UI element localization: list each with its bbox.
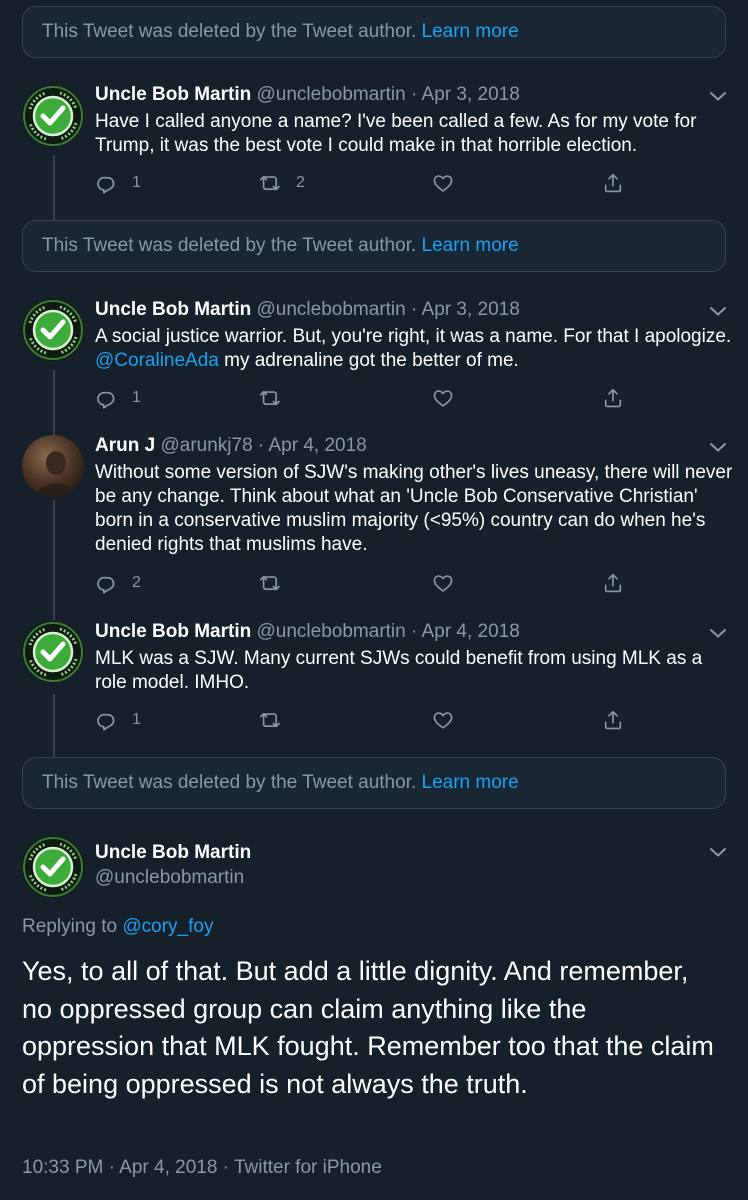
tweet-text: A social justice warrior. But, you're ri… [95, 325, 735, 373]
reply-count: 2 [132, 574, 141, 591]
reply-icon [95, 387, 117, 409]
author-name[interactable]: Uncle Bob Martin [95, 84, 251, 105]
thread-line [53, 694, 55, 757]
share-button[interactable] [602, 386, 624, 410]
avatar[interactable] [22, 299, 84, 361]
clean-code-badge-icon [22, 85, 84, 147]
retweet-button[interactable] [259, 571, 281, 595]
deleted-notice-text: This Tweet was deleted by the Tweet auth… [42, 235, 417, 256]
reply-count: 1 [132, 711, 141, 728]
like-button[interactable] [432, 171, 454, 195]
retweet-icon [259, 709, 281, 731]
chevron-down-icon[interactable] [706, 299, 730, 323]
replying-to: Replying to @cory_foy [22, 916, 213, 938]
like-button[interactable] [432, 708, 454, 732]
share-button[interactable] [602, 171, 624, 195]
like-icon [432, 572, 454, 594]
retweet-icon [259, 387, 281, 409]
tweet-date[interactable]: · Apr 4, 2018 [411, 621, 520, 642]
replying-prefix: Replying to [22, 916, 118, 937]
author-handle[interactable]: @unclebobmartin [95, 867, 244, 889]
replying-to-link[interactable]: @cory_foy [122, 916, 213, 937]
tweet-actions: 1 [95, 386, 655, 410]
chevron-down-icon[interactable] [706, 840, 730, 864]
profile-photo [22, 435, 84, 497]
retweet-count: 2 [296, 174, 305, 191]
tweet-text: Have I called anyone a name? I've been c… [95, 111, 697, 156]
deleted-tweet-notice: This Tweet was deleted by the Tweet auth… [22, 6, 726, 58]
retweet-icon [259, 172, 281, 194]
tweet-meta[interactable]: 10:33 PM · Apr 4, 2018 · Twitter for iPh… [22, 1157, 382, 1179]
tweet-text: MLK was a SJW. Many current SJWs could b… [95, 648, 703, 693]
author-handle[interactable]: @unclebobmartin [257, 299, 406, 320]
tweet-text: Without some version of SJW's making oth… [95, 462, 733, 555]
reply-icon [95, 709, 117, 731]
reply-icon [95, 172, 117, 194]
tweet-header: Uncle Bob Martin @unclebobmartin · Apr 3… [95, 84, 520, 106]
author-handle[interactable]: @unclebobmartin [257, 621, 406, 642]
author-handle[interactable]: @unclebobmartin [257, 84, 406, 105]
author-name[interactable]: Uncle Bob Martin [95, 621, 251, 642]
retweet-button[interactable] [259, 708, 281, 732]
chevron-down-icon[interactable] [706, 435, 730, 459]
share-icon [602, 172, 624, 194]
avatar[interactable] [22, 435, 84, 497]
tweet-header: Uncle Bob Martin @unclebobmartin · Apr 3… [95, 299, 520, 321]
author-name[interactable]: Uncle Bob Martin [95, 299, 251, 320]
like-button[interactable] [432, 571, 454, 595]
retweet-icon [259, 572, 281, 594]
reply-count: 1 [132, 389, 141, 406]
deleted-tweet-notice: This Tweet was deleted by the Tweet auth… [22, 220, 726, 272]
share-button[interactable] [602, 571, 624, 595]
thread-line [53, 370, 55, 435]
tweet-actions: 2 [95, 571, 655, 595]
tweet-date[interactable]: · Apr 3, 2018 [411, 299, 520, 320]
clean-code-badge-icon [22, 836, 84, 898]
share-icon [602, 572, 624, 594]
avatar[interactable] [22, 836, 84, 898]
tweet-header: Uncle Bob Martin @unclebobmartin · Apr 4… [95, 621, 520, 643]
tweet-text-part: A social justice warrior. But, you're ri… [95, 326, 732, 347]
share-icon [602, 387, 624, 409]
tweet-header: Arun J @arunkj78 · Apr 4, 2018 [95, 435, 367, 457]
share-button[interactable] [602, 708, 624, 732]
deleted-notice-text: This Tweet was deleted by the Tweet auth… [42, 21, 417, 42]
reply-button[interactable]: 1 [95, 386, 141, 410]
tweet-text-part: my adrenaline got the better of me. [218, 350, 519, 371]
like-icon [432, 387, 454, 409]
thread-line [53, 500, 55, 620]
reply-button[interactable]: 2 [95, 571, 141, 595]
share-icon [602, 709, 624, 731]
reply-button[interactable]: 1 [95, 171, 141, 195]
reply-icon [95, 572, 117, 594]
clean-code-badge-icon [22, 621, 84, 683]
retweet-button[interactable]: 2 [259, 171, 305, 195]
deleted-notice-text: This Tweet was deleted by the Tweet auth… [42, 772, 417, 793]
chevron-down-icon[interactable] [706, 84, 730, 108]
author-name[interactable]: Arun J [95, 435, 155, 456]
reply-count: 1 [132, 174, 141, 191]
like-icon [432, 709, 454, 731]
learn-more-link[interactable]: Learn more [422, 21, 519, 42]
tweet-actions: 1 2 [95, 171, 655, 195]
mention-link[interactable]: @CoralineAda [95, 350, 219, 371]
tweet-date[interactable]: · Apr 4, 2018 [258, 435, 367, 456]
avatar[interactable] [22, 85, 84, 147]
clean-code-badge-icon [22, 299, 84, 361]
tweet-date[interactable]: · Apr 3, 2018 [411, 84, 520, 105]
reply-button[interactable]: 1 [95, 708, 141, 732]
like-icon [432, 172, 454, 194]
chevron-down-icon[interactable] [706, 621, 730, 645]
deleted-tweet-notice: This Tweet was deleted by the Tweet auth… [22, 757, 726, 809]
author-handle[interactable]: @arunkj78 [160, 435, 252, 456]
avatar[interactable] [22, 621, 84, 683]
learn-more-link[interactable]: Learn more [422, 235, 519, 256]
learn-more-link[interactable]: Learn more [422, 772, 519, 793]
like-button[interactable] [432, 386, 454, 410]
retweet-button[interactable] [259, 386, 281, 410]
thread-line [53, 155, 55, 220]
author-name[interactable]: Uncle Bob Martin [95, 842, 251, 864]
tweet-actions: 1 [95, 708, 655, 732]
main-tweet-text: Yes, to all of that. But add a little di… [22, 956, 714, 1099]
